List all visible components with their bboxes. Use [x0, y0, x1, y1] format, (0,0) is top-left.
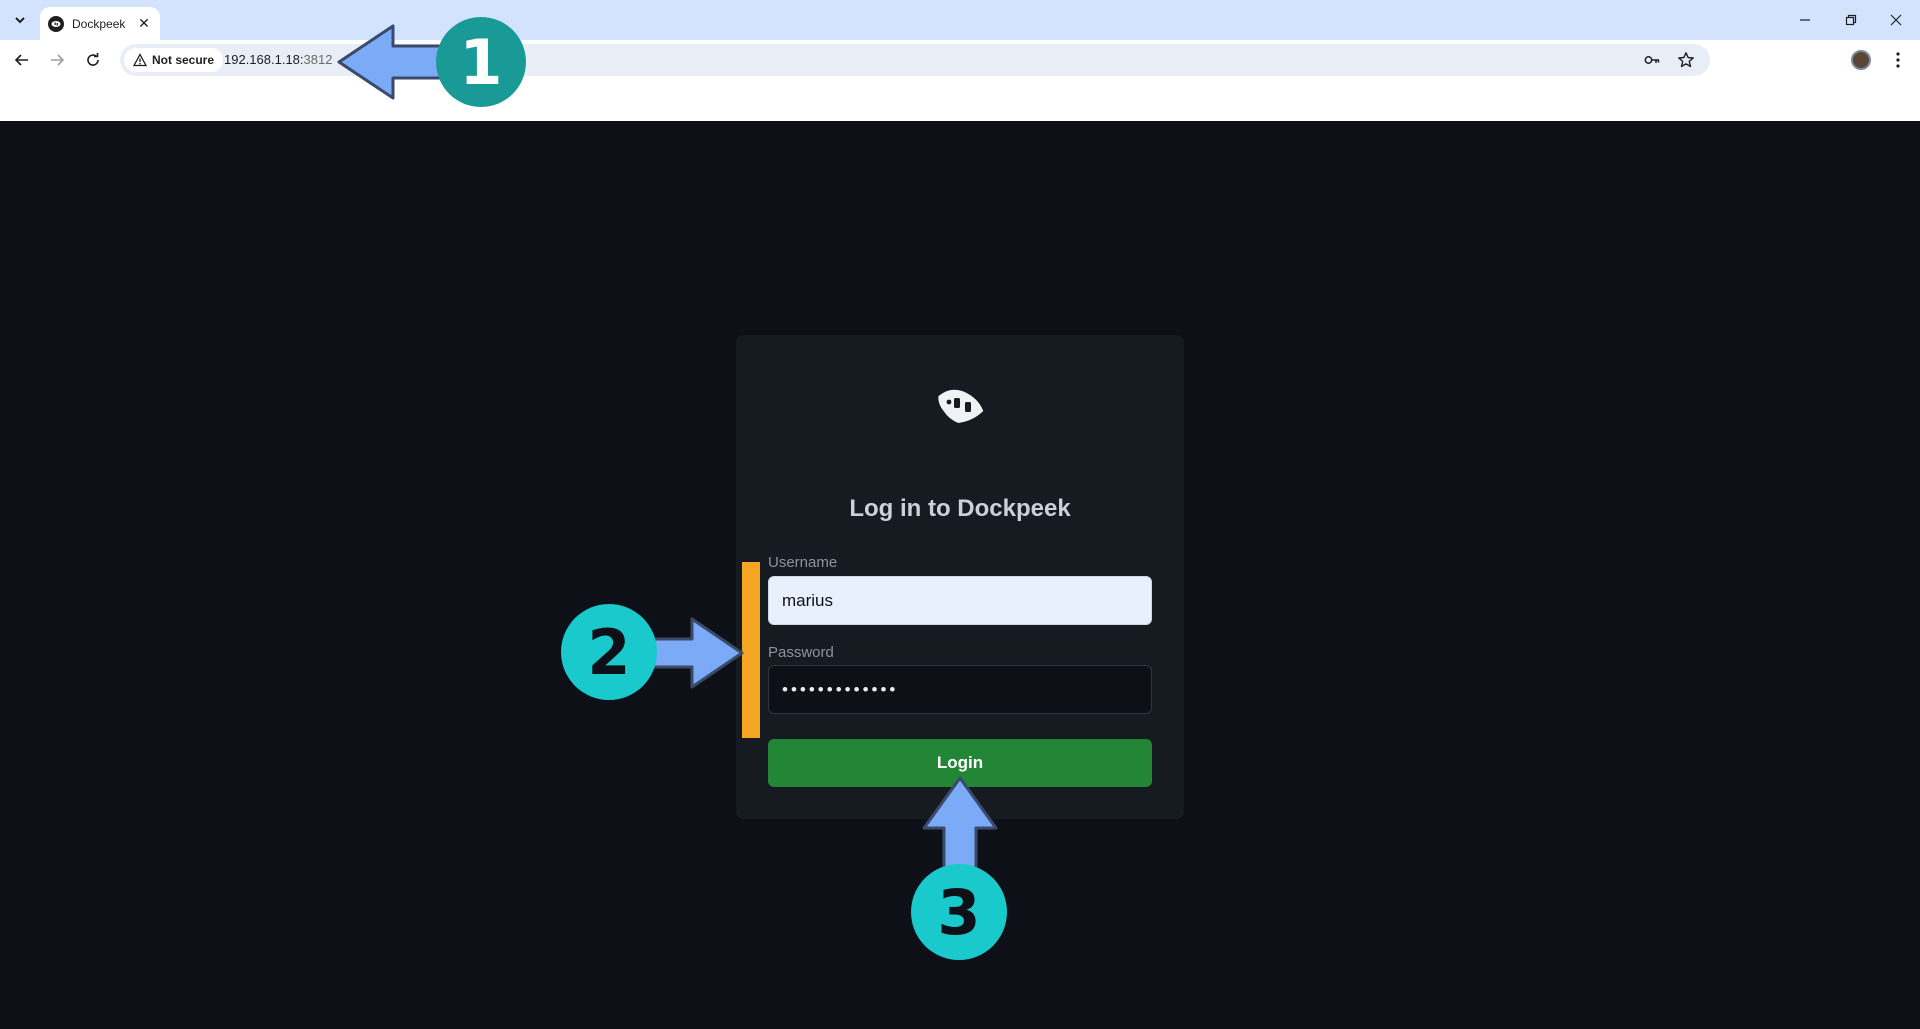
- restore-button[interactable]: [1839, 8, 1863, 32]
- security-label: Not secure: [152, 53, 215, 67]
- tab-search-button[interactable]: [8, 8, 32, 32]
- close-icon: [1890, 14, 1902, 26]
- tab-close-icon[interactable]: ✕: [136, 15, 152, 32]
- annotation-badge-1: 1: [436, 17, 526, 107]
- browser-menu-button[interactable]: [1886, 48, 1910, 72]
- reload-icon: [87, 53, 99, 66]
- minimize-button[interactable]: [1793, 8, 1817, 32]
- back-button[interactable]: [10, 48, 34, 72]
- tab-title: Dockpeek: [72, 16, 126, 31]
- url-host: 192.168.1.18:: [224, 52, 304, 67]
- minimize-icon: [1800, 19, 1810, 21]
- url-text[interactable]: 192.168.1.18:3812: [224, 52, 332, 67]
- back-arrow-icon: [14, 54, 28, 66]
- browser-tab[interactable]: Dockpeek ✕: [40, 7, 160, 40]
- login-card: Log in to Dockpeek Username Password Log…: [736, 335, 1184, 819]
- bookmark-button[interactable]: [1676, 50, 1696, 70]
- password-label: Password: [768, 644, 834, 661]
- restore-icon: [1845, 14, 1857, 26]
- more-vert-icon: [1896, 52, 1900, 68]
- password-manager-button[interactable]: [1642, 50, 1662, 70]
- dockpeek-logo-icon: [938, 389, 984, 424]
- warning-icon: [133, 53, 147, 67]
- profile-avatar[interactable]: [1851, 50, 1871, 70]
- chevron-down-icon: [15, 17, 25, 24]
- site-info-chip[interactable]: Not secure: [124, 48, 224, 72]
- annotation-arrow-3: [922, 776, 998, 871]
- forward-button[interactable]: [45, 48, 69, 72]
- username-input[interactable]: [768, 576, 1152, 625]
- close-window-button[interactable]: [1884, 8, 1908, 32]
- forward-arrow-icon: [51, 54, 65, 66]
- annotation-badge-2: 2: [561, 604, 657, 700]
- page-title: Log in to Dockpeek: [849, 495, 1071, 522]
- star-icon: [1678, 52, 1694, 68]
- url-port: 3812: [303, 52, 333, 67]
- annotation-badge-3: 3: [911, 864, 1007, 960]
- tab-strip: Dockpeek ✕: [0, 0, 1920, 40]
- username-label: Username: [768, 554, 838, 571]
- dockpeek-icon: [48, 15, 64, 32]
- password-input[interactable]: [768, 665, 1152, 714]
- bookmarks-spacer: [0, 80, 1920, 121]
- key-icon: [1644, 56, 1660, 64]
- reload-button[interactable]: [81, 48, 105, 72]
- browser-toolbar: Not secure 192.168.1.18:3812: [0, 40, 1920, 80]
- annotation-arrow-2: [650, 617, 744, 689]
